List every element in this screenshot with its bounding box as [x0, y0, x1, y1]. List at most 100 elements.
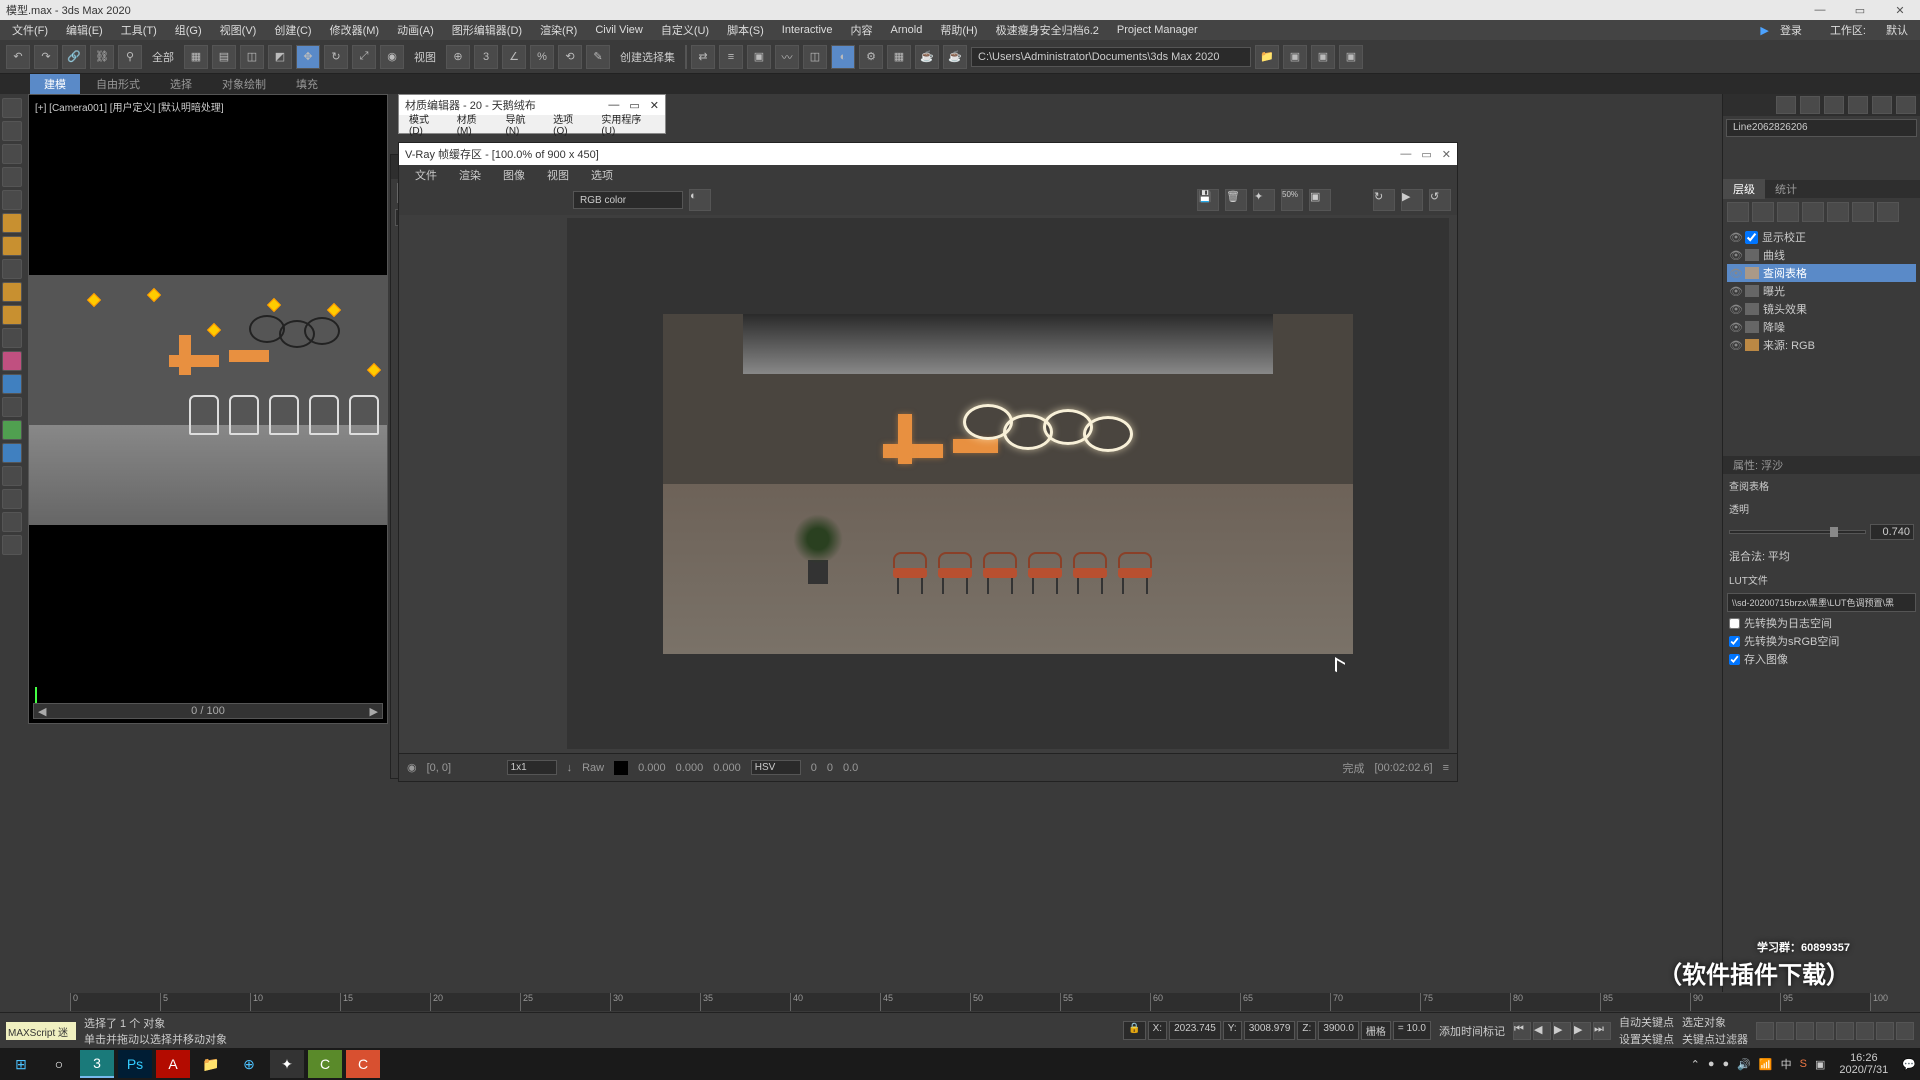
nav-tool[interactable] [1796, 1022, 1814, 1040]
rp-tool[interactable] [1802, 202, 1824, 222]
lt-tool[interactable] [2, 121, 22, 141]
select-name-button[interactable]: ▤ [212, 45, 236, 69]
lt-tool[interactable] [2, 236, 22, 256]
coord-system[interactable]: 视图 [408, 49, 442, 65]
setkey-button[interactable]: 设置关键点 [1619, 1031, 1674, 1047]
nav-tool[interactable] [1776, 1022, 1794, 1040]
curve-button[interactable]: 〰 [775, 45, 799, 69]
spinner-snap-button[interactable]: ⟲ [558, 45, 582, 69]
tray-icon[interactable]: ▣ [1815, 1058, 1825, 1071]
maxscript-mini[interactable]: MAXScript 迷 [6, 1022, 76, 1040]
rp-utilities-icon[interactable] [1896, 96, 1916, 114]
tray-volume-icon[interactable]: 🔊 [1737, 1058, 1751, 1071]
select-button[interactable]: ▦ [184, 45, 208, 69]
lt-tool[interactable] [2, 328, 22, 348]
menu-modifiers[interactable]: 修改器(M) [322, 20, 388, 40]
lt-tool[interactable] [2, 305, 22, 325]
vfb-save-button[interactable]: 💾 [1197, 189, 1219, 211]
lt-tool[interactable] [2, 351, 22, 371]
vray-frame-buffer-window[interactable]: V-Ray 帧缓存区 - [100.0% of 900 x 450] — ▭ ✕… [398, 142, 1458, 782]
vfb-min-button[interactable]: — [1400, 148, 1411, 161]
lt-tool[interactable] [2, 98, 22, 118]
vfb-max-button[interactable]: ▭ [1421, 148, 1431, 161]
extra-tool-3[interactable]: ▣ [1339, 45, 1363, 69]
coord-z[interactable]: 3900.0 [1318, 1021, 1359, 1040]
ribbon-tab-populate[interactable]: 填充 [282, 74, 332, 94]
menu-file[interactable]: 文件(F) [4, 20, 56, 40]
goto-end-button[interactable]: ⏭ [1593, 1022, 1611, 1040]
vfb-space[interactable] [751, 760, 801, 775]
tray-icon[interactable]: ● [1723, 1058, 1730, 1070]
rp-tool[interactable] [1827, 202, 1849, 222]
rotate-button[interactable]: ↻ [324, 45, 348, 69]
mat-menu-mode[interactable]: 模式(D) [403, 111, 449, 137]
mat-close-button[interactable]: ✕ [650, 99, 659, 112]
ribbon-tab-freeform[interactable]: 自由形式 [82, 74, 154, 94]
vfb-menu-view[interactable]: 视图 [537, 165, 579, 185]
vfb-close-button[interactable]: ✕ [1442, 148, 1451, 161]
selobj-label[interactable]: 选定对象 [1682, 1014, 1748, 1030]
named-selection[interactable]: 创建选择集 [614, 49, 681, 65]
rp-display-icon[interactable] [1872, 96, 1892, 114]
filter-all[interactable]: 全部 [146, 49, 180, 65]
vfb-menu-file[interactable]: 文件 [405, 165, 447, 185]
vfb-channel-select[interactable] [573, 191, 683, 209]
redo-button[interactable]: ↷ [34, 45, 58, 69]
menu-script[interactable]: 脚本(S) [719, 20, 772, 40]
layer-row[interactable]: 👁来源: RGB [1727, 336, 1916, 354]
workspace-value[interactable]: 默认 [1878, 20, 1916, 40]
rp-tool[interactable] [1727, 202, 1749, 222]
menu-help[interactable]: 帮助(H) [932, 20, 985, 40]
vfb-globe-icon[interactable]: ◐ [689, 189, 711, 211]
autokey-button[interactable]: 自动关键点 [1619, 1014, 1674, 1030]
nav-tool[interactable] [1836, 1022, 1854, 1040]
nav-tool[interactable] [1756, 1022, 1774, 1040]
rp-tool[interactable] [1852, 202, 1874, 222]
nav-tool[interactable] [1876, 1022, 1894, 1040]
lt-tool[interactable] [2, 466, 22, 486]
vfb-mode[interactable] [507, 760, 557, 775]
pivot-button[interactable]: ⊕ [446, 45, 470, 69]
mat-menu-material[interactable]: 材质(M) [451, 111, 498, 137]
lt-tool[interactable] [2, 535, 22, 555]
camera-viewport[interactable]: [+] [Camera001] [用户定义] [默认明暗处理] ◀0 / 100… [28, 94, 388, 724]
lt-tool[interactable] [2, 512, 22, 532]
percent-snap-button[interactable]: % [530, 45, 554, 69]
project-path-input[interactable] [971, 47, 1251, 67]
layer-row[interactable]: 👁降噪 [1727, 318, 1916, 336]
lt-tool[interactable] [2, 397, 22, 417]
vfb-menu-options[interactable]: 选项 [581, 165, 623, 185]
link-button[interactable]: 🔗 [62, 45, 86, 69]
task-acrobat[interactable]: A [156, 1050, 190, 1078]
minimize-button[interactable]: — [1806, 4, 1834, 17]
lt-tool[interactable] [2, 259, 22, 279]
start-button[interactable]: ⊞ [4, 1050, 38, 1078]
mat-menu-utils[interactable]: 实用程序(U) [595, 111, 661, 137]
close-button[interactable]: ✕ [1886, 4, 1914, 17]
tray-chevron-icon[interactable]: ⌃ [1691, 1058, 1700, 1071]
opacity-slider[interactable] [1729, 530, 1866, 534]
task-browser[interactable]: ⊕ [232, 1050, 266, 1078]
maximize-button[interactable]: ▭ [1846, 4, 1874, 17]
vfb-render-area[interactable] [567, 218, 1449, 749]
prev-frame-button[interactable]: ◀ [1533, 1022, 1551, 1040]
vfb-stamp-button[interactable]: ✦ [1253, 189, 1275, 211]
timeline[interactable]: 0510152025303540455055606570758085909510… [0, 992, 1920, 1012]
mat-menu-nav[interactable]: 导航(N) [499, 111, 545, 137]
tray-icon[interactable]: ● [1708, 1058, 1715, 1070]
menu-interactive[interactable]: Interactive [774, 22, 841, 38]
bind-button[interactable]: ⚲ [118, 45, 142, 69]
notification-button[interactable]: 💬 [1902, 1058, 1916, 1071]
nav-tool[interactable] [1896, 1022, 1914, 1040]
schematic-button[interactable]: ◫ [803, 45, 827, 69]
menu-create[interactable]: 创建(C) [266, 20, 319, 40]
rp-tool[interactable] [1777, 202, 1799, 222]
lut-path[interactable]: \\sd-20200715brzx\黑墨\LUT色调预置\黑 [1727, 593, 1916, 612]
rp-create-icon[interactable] [1776, 96, 1796, 114]
layer-row[interactable]: 👁镜头效果 [1727, 300, 1916, 318]
login-link[interactable]: ▶ 登录 [1752, 20, 1818, 40]
vfb-region-button[interactable]: ▣ [1309, 189, 1331, 211]
menu-group[interactable]: 组(G) [167, 20, 210, 40]
material-editor-button[interactable]: ◐ [831, 45, 855, 69]
material-editor-window[interactable]: 材质编辑器 - 20 - 天鹅绒布 — ▭ ✕ 模式(D) 材质(M) 导航(N… [398, 94, 666, 134]
